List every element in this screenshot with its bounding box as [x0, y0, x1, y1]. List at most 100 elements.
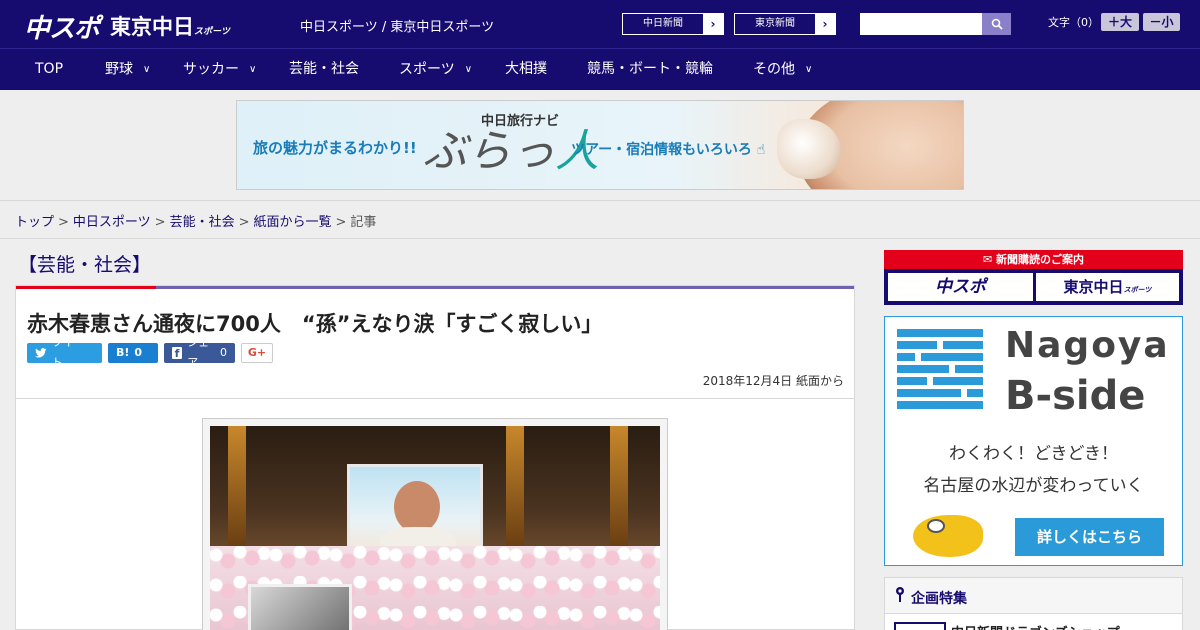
article-headline: 赤木春恵さん通夜に700人 “孫”えなり涙「すごく寂しい」: [27, 312, 603, 336]
subscription-box: ✉ 新聞購読のご案内 中スポ 東京中日スポーツ: [884, 250, 1183, 305]
chevron-down-icon: ∨: [143, 64, 151, 75]
facebook-share-button[interactable]: f シェア 0: [164, 336, 235, 369]
chevron-down-icon: ∨: [464, 64, 473, 75]
logo-bar: [967, 389, 983, 397]
ad-logo-a: ぶらっ: [423, 126, 555, 177]
subscription-strip: ✉ 新聞購読のご案内: [884, 250, 1183, 269]
altar-lamp: [228, 426, 246, 546]
font-size-decrease-button[interactable]: －小: [1143, 13, 1180, 31]
chunichi-shimbun-link[interactable]: 中日新聞 ›: [622, 13, 724, 35]
article-dateline: 2018年12月4日 紙面から: [702, 374, 844, 388]
breadcrumb-separator: >: [335, 215, 347, 230]
nav-label: 芸能・社会: [289, 61, 359, 77]
nav-item-baseball[interactable]: 野球 ∨: [105, 49, 150, 90]
newspaper-icon: ✉: [982, 253, 993, 266]
chunichi-shimbun-label: 中日新聞: [623, 14, 703, 34]
breadcrumb-chunichi-sports[interactable]: 中日スポーツ: [73, 215, 151, 230]
header-bar: 中スポ 東京中日スポーツ 中日スポーツ / 東京中日スポーツ 中日新聞 › 東京…: [0, 0, 1200, 48]
altar-lamp: [506, 426, 524, 546]
font-size-label: 文字（0）: [1048, 16, 1099, 29]
chevron-down-icon: ∨: [249, 64, 257, 75]
subscribe-tokyo-button[interactable]: 東京中日スポーツ: [1036, 273, 1179, 301]
divider: [16, 398, 854, 399]
tweet-label: ツイート: [51, 336, 85, 369]
tokyo-chunichi-logo[interactable]: 東京中日スポーツ: [110, 11, 230, 41]
subscription-label: 新聞購読のご案内: [996, 253, 1085, 266]
facebook-icon: f: [172, 347, 183, 360]
feature-title: 企画特集: [911, 591, 967, 607]
subscribe-chuspo-button[interactable]: 中スポ: [888, 273, 1033, 301]
nav-label: その他: [753, 61, 795, 78]
breadcrumb-separator: >: [58, 215, 69, 230]
hatena-bookmark-icon: B!: [116, 346, 130, 359]
fish-mascot-icon: [913, 515, 983, 557]
feature-box: 企画特集 中日新聞ドラゴンズショップ: [884, 577, 1183, 630]
nav-item-top[interactable]: TOP: [35, 49, 63, 90]
ad-tour-text: ツアー・宿泊情報もいろいろ ☝: [571, 139, 765, 159]
facebook-share-label: シェア: [187, 336, 210, 369]
bside-title-nagoya: Nagoya: [1005, 325, 1170, 366]
chevron-down-icon: ∨: [805, 64, 813, 75]
nav-item-racing[interactable]: 競馬・ボート・競輪: [587, 49, 713, 90]
chuspo-logo[interactable]: 中スポ: [24, 8, 100, 45]
logo-bar: [955, 365, 983, 373]
nav-label: サッカー: [183, 61, 239, 78]
tokyo-shimbun-link[interactable]: 東京新聞 ›: [734, 13, 836, 35]
nav-label: 競馬・ボート・競輪: [587, 61, 713, 77]
mascot-eye: [927, 519, 945, 533]
bside-details-button[interactable]: 詳しくはこちら: [1015, 518, 1164, 556]
pointing-hand-icon: ☝: [756, 142, 766, 158]
logo-bar: [897, 329, 983, 337]
chevron-right-icon: ›: [822, 17, 828, 31]
logo-bar: [897, 389, 961, 397]
tweet-button[interactable]: ツイート: [27, 336, 102, 369]
facebook-share-count: 0: [220, 346, 227, 359]
breadcrumb-separator: >: [238, 215, 250, 230]
nav-item-sumo[interactable]: 大相撲: [505, 49, 547, 90]
logo-bar: [897, 377, 927, 385]
logo-bar: [897, 401, 983, 409]
logo-bar: [897, 365, 949, 373]
portrait-face: [394, 481, 440, 533]
altar-lamp: [610, 426, 628, 546]
logo-bar: [897, 353, 915, 361]
search-input[interactable]: [860, 13, 982, 35]
nav-item-sports[interactable]: スポーツ ∨: [399, 49, 472, 90]
bside-title-bside: B-side: [1005, 373, 1146, 419]
breadcrumb: トップ > 中日スポーツ > 芸能・社会 > 紙面から一覧 > 記事: [0, 200, 1200, 239]
google-plus-button[interactable]: G+: [241, 343, 273, 363]
article-top-line-accent: [16, 286, 156, 289]
breadcrumb-entertainment[interactable]: 芸能・社会: [170, 215, 235, 230]
hatena-count: 0: [134, 346, 143, 359]
nav-label: TOP: [35, 61, 64, 77]
breadcrumb-paper-list[interactable]: 紙面から一覧: [254, 215, 332, 230]
breadcrumb-separator: >: [154, 215, 166, 230]
nav-label: 野球: [105, 61, 133, 78]
logo-bar: [943, 341, 983, 349]
bside-tagline-1: わくわく！どきどき！: [949, 444, 1118, 464]
article-photo[interactable]: [210, 426, 660, 630]
nagoya-bside-ad[interactable]: Nagoya B-side わくわく！どきどき！ 名古屋の水辺が変わっていく 詳…: [884, 316, 1183, 566]
banner-area: 旅の魅力がまるわかり!! 中日旅行ナビ ぶらっ人 ツアー・宿泊情報もいろいろ ☝: [0, 90, 1200, 200]
bside-logo-mark: [897, 329, 983, 413]
hatena-bookmark-button[interactable]: B! 0: [108, 343, 158, 363]
breadcrumb-top[interactable]: トップ: [15, 215, 54, 230]
subscribe-tokyo-small: スポーツ: [1123, 286, 1152, 294]
search-icon: [991, 18, 1003, 30]
nav-label: 大相撲: [505, 61, 547, 77]
ad-copy: 旅の魅力がまるわかり!!: [253, 139, 417, 157]
feature-header: 企画特集: [885, 578, 1182, 614]
font-size-increase-button[interactable]: ＋大: [1101, 13, 1139, 31]
chevron-right-icon: ›: [710, 17, 716, 31]
tokyo-logo-small: スポーツ: [194, 27, 230, 37]
logo-bar: [933, 377, 983, 385]
nav-item-other[interactable]: その他 ∨: [753, 49, 812, 90]
article-photo-frame: [202, 418, 668, 630]
dragons-shop-icon: [894, 622, 946, 630]
feature-item-link[interactable]: 中日新聞ドラゴンズショップ: [951, 622, 1120, 630]
travel-ad-banner[interactable]: 旅の魅力がまるわかり!! 中日旅行ナビ ぶらっ人 ツアー・宿泊情報もいろいろ ☝: [236, 100, 964, 190]
nav-item-entertainment[interactable]: 芸能・社会: [289, 49, 359, 90]
logo-bar: [897, 341, 937, 349]
nav-item-soccer[interactable]: サッカー ∨: [183, 49, 256, 90]
search-button[interactable]: [982, 13, 1011, 35]
